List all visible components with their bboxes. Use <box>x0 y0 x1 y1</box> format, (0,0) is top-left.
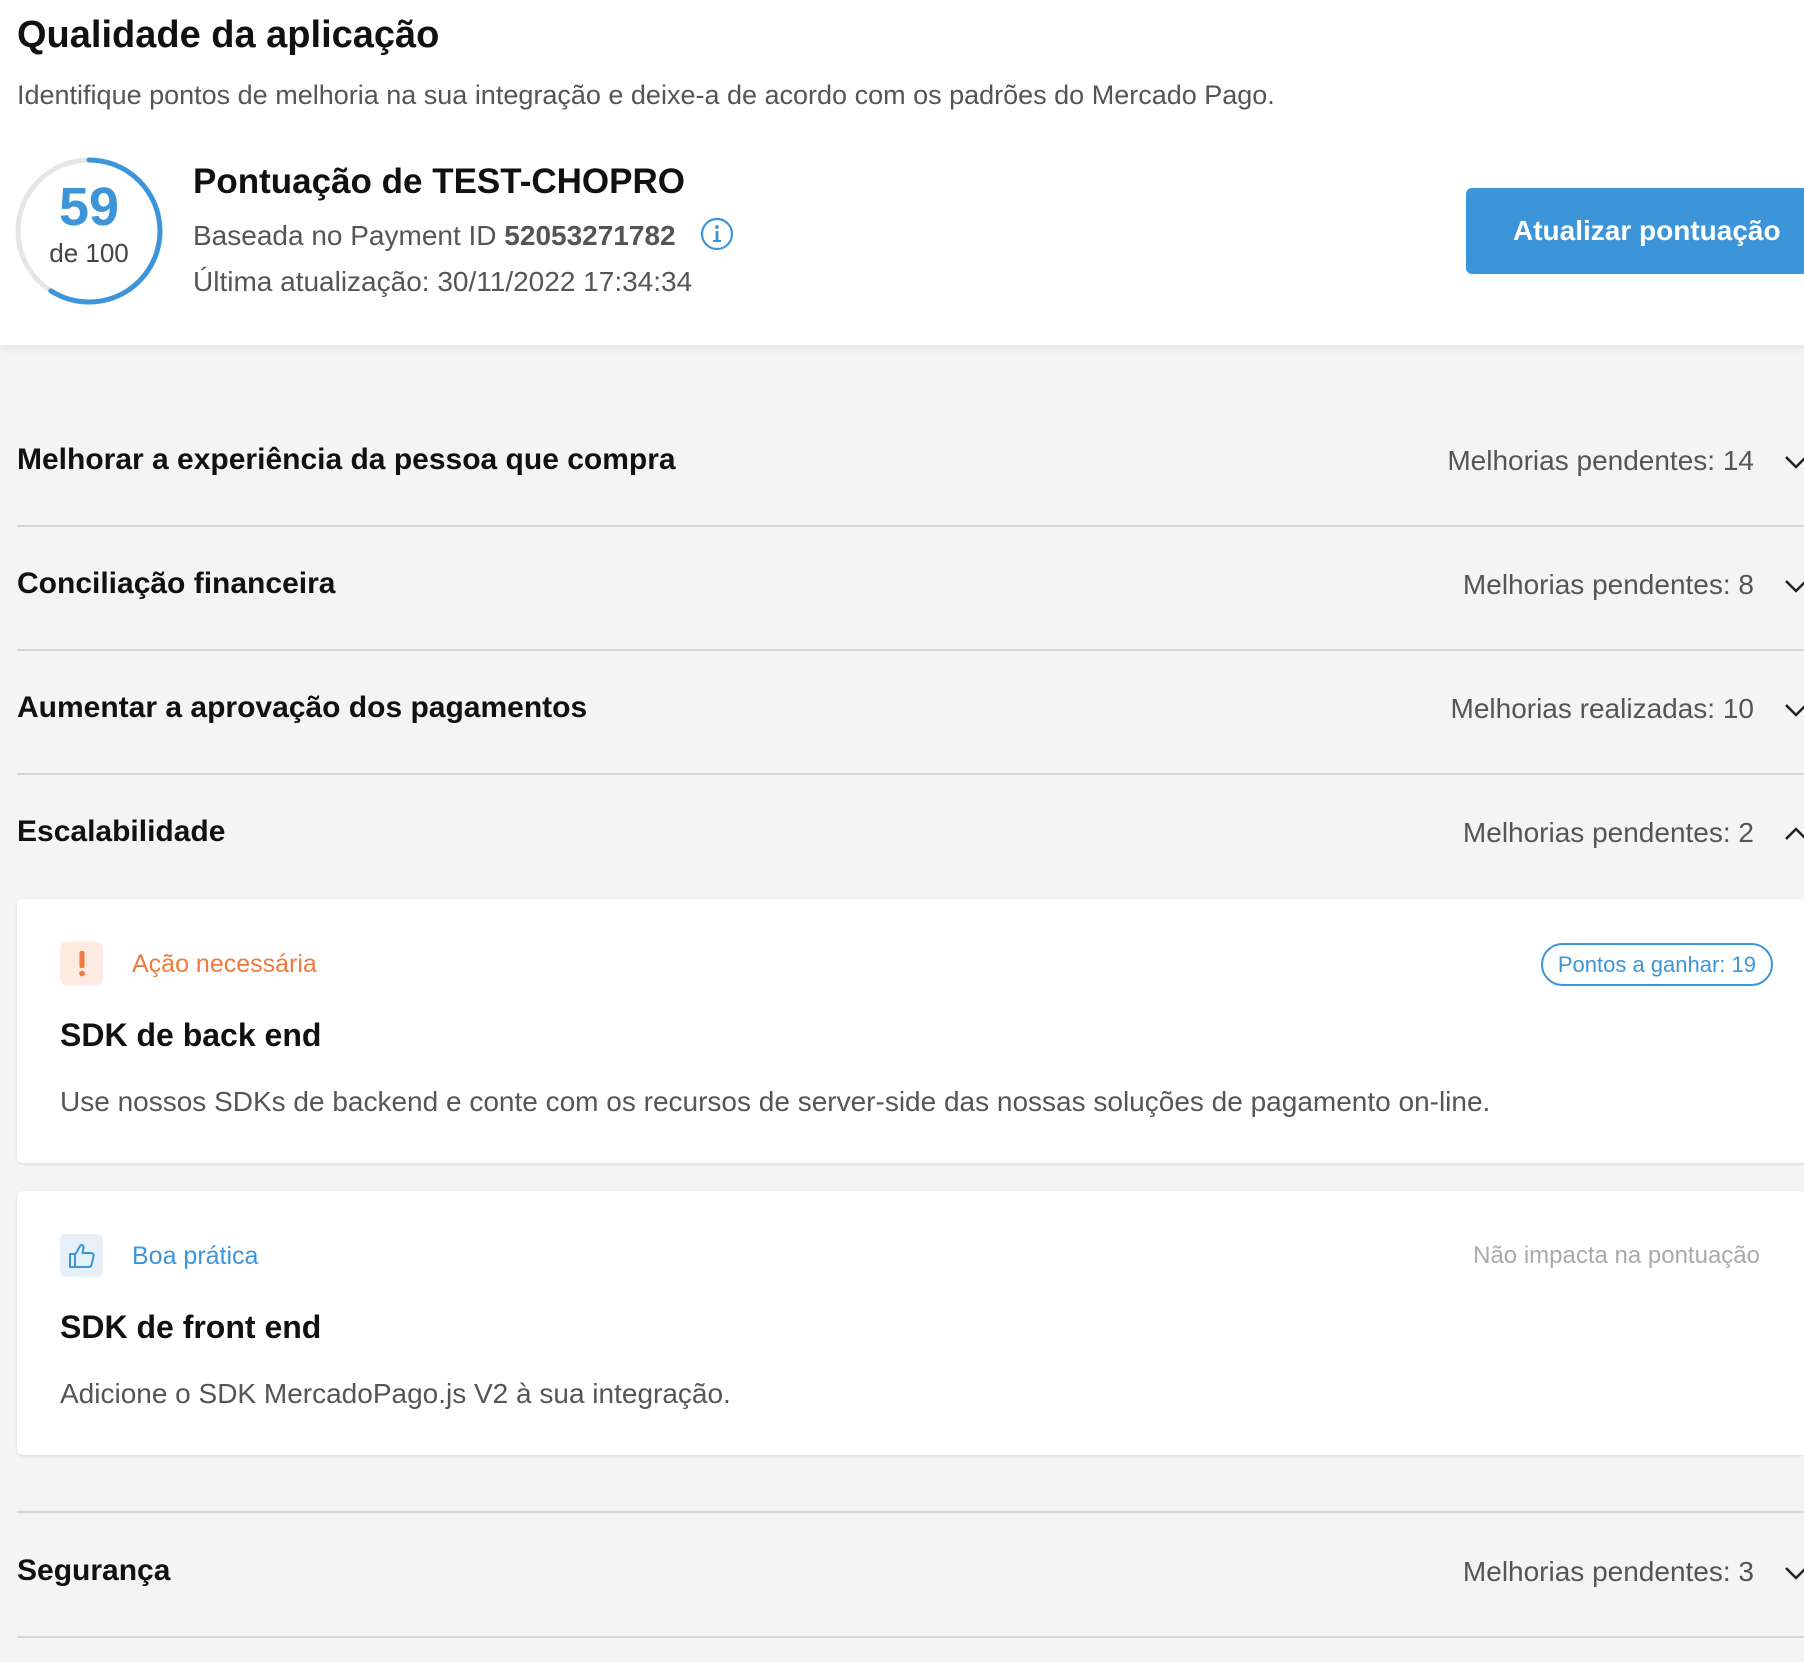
section-financial-reconciliation[interactable]: Conciliação financeira Melhorias pendent… <box>17 527 1804 651</box>
card-description: Adicione o SDK MercadoPago.js V2 à sua i… <box>60 1378 731 1409</box>
payment-id-prefix: Baseada no Payment ID <box>193 220 505 251</box>
section-status: Melhorias pendentes: 3 <box>1462 1556 1754 1587</box>
thumbs-up-icon <box>60 1234 103 1277</box>
score-value: 59 <box>58 177 120 237</box>
score-total: de 100 <box>49 238 129 268</box>
section-status: Melhorias pendentes: 14 <box>1447 445 1754 476</box>
chevron-down-icon[interactable] <box>1784 697 1804 721</box>
points-badge: Pontos a ganhar: 19 <box>1540 943 1773 986</box>
improvement-card[interactable]: Ação necessária Pontos a ganhar: 19 SDK … <box>17 899 1804 1163</box>
section-security[interactable]: Segurança Melhorias pendentes: 3 <box>17 1514 1804 1638</box>
chevron-down-icon[interactable] <box>1784 1560 1804 1584</box>
last-updated: Última atualização: 30/11/2022 17:34:34 <box>193 266 693 297</box>
refresh-score-button[interactable]: Atualizar pontuação <box>1466 188 1804 274</box>
chevron-up-icon[interactable] <box>1784 821 1804 845</box>
score-title: Pontuação de TEST-CHOPRO <box>193 162 685 201</box>
section-title: Escalabilidade <box>17 815 226 848</box>
info-icon[interactable] <box>700 217 734 251</box>
score-header: Qualidade da aplicação Identifique ponto… <box>0 0 1804 345</box>
exclamation-icon <box>60 942 103 985</box>
section-status: Melhorias pendentes: 2 <box>1462 817 1754 848</box>
page-title: Qualidade da aplicação <box>17 14 440 56</box>
card-status: Ação necessária <box>132 950 317 978</box>
divider <box>17 1636 1804 1638</box>
section-payment-approval[interactable]: Aumentar a aprovação dos pagamentos Melh… <box>17 651 1804 775</box>
payment-id-line: Baseada no Payment ID 52053271782 <box>193 220 676 252</box>
section-status: Melhorias realizadas: 10 <box>1450 693 1755 724</box>
card-description: Use nossos SDKs de backend e conte com o… <box>60 1086 1491 1117</box>
payment-id-value: 52053271782 <box>504 220 676 251</box>
section-scalability[interactable]: Escalabilidade Melhorias pendentes: 2 <box>17 775 1804 899</box>
chevron-down-icon[interactable] <box>1784 573 1804 597</box>
card-title: SDK de front end <box>60 1309 322 1345</box>
chevron-down-icon[interactable] <box>1784 449 1804 473</box>
section-title: Segurança <box>17 1554 171 1587</box>
improvement-card[interactable]: Boa prática Não impacta na pontuação SDK… <box>17 1191 1804 1455</box>
section-title: Melhorar a experiência da pessoa que com… <box>17 443 676 476</box>
section-title: Conciliação financeira <box>17 567 336 600</box>
divider <box>17 1511 1804 1513</box>
section-title: Aumentar a aprovação dos pagamentos <box>17 691 588 724</box>
no-impact-note: Não impacta na pontuação <box>1473 1242 1760 1269</box>
card-status: Boa prática <box>132 1242 259 1270</box>
card-title: SDK de back end <box>60 1017 322 1053</box>
section-status: Melhorias pendentes: 8 <box>1462 569 1754 600</box>
page-subtitle: Identifique pontos de melhoria na sua in… <box>17 80 1275 110</box>
section-buyer-experience[interactable]: Melhorar a experiência da pessoa que com… <box>17 403 1804 527</box>
